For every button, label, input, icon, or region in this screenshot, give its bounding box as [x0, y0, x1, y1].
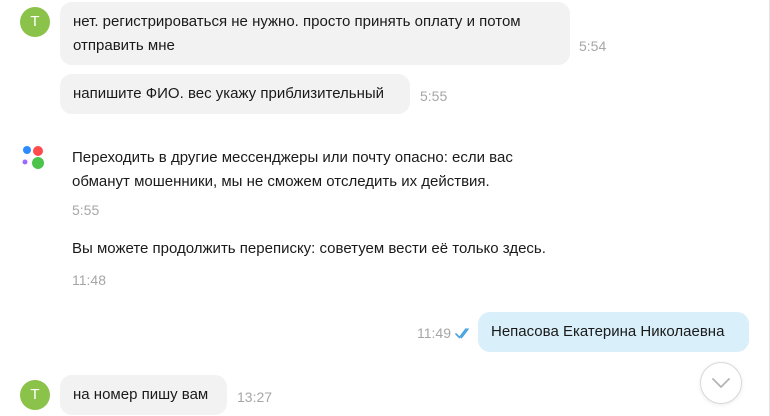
avatar[interactable]: Т [20, 7, 50, 37]
message-text-line-2: отправить мне [73, 37, 175, 54]
message-bubble-incoming: на номер пишу вам [60, 375, 227, 415]
message-bubble-outgoing: Непасова Екатерина Николаевна [478, 312, 749, 352]
message-text-line-1: нет. регистрироваться не нужно. просто п… [73, 13, 521, 30]
message-time: 5:55 [72, 202, 100, 218]
message-bubble-incoming: напишите ФИО. вес укажу приблизительный [60, 74, 410, 114]
chat-history: Т нет. регистрироваться не нужно. просто… [0, 0, 770, 416]
scroll-down-button[interactable] [700, 362, 742, 404]
system-message-text: Вы можете продолжить переписку: советуем… [72, 240, 546, 257]
message-text: напишите ФИО. вес укажу приблизительный [73, 85, 385, 102]
message-text: на номер пишу вам [73, 386, 209, 403]
message-time: 5:55 [420, 88, 448, 104]
message-time: 11:49 [417, 325, 451, 341]
message-time: 5:54 [579, 38, 607, 54]
system-message-text: Переходить в другие мессенджеры или почт… [72, 146, 513, 194]
message-text: Непасова Екатерина Николаевна [491, 323, 725, 340]
message-bubble-incoming: нет. регистрироваться не нужно. просто п… [60, 2, 570, 65]
service-logo-icon [20, 143, 50, 173]
chevron-down-icon [712, 378, 730, 388]
double-check-icon [455, 326, 473, 340]
system-text-line-1: Переходить в другие мессенджеры или почт… [72, 149, 513, 166]
avatar[interactable]: Т [20, 380, 50, 410]
message-time: 11:48 [72, 272, 106, 288]
system-text-line-2: обманут мошенники, мы не сможем отследит… [72, 173, 490, 190]
message-time: 13:27 [237, 389, 273, 405]
